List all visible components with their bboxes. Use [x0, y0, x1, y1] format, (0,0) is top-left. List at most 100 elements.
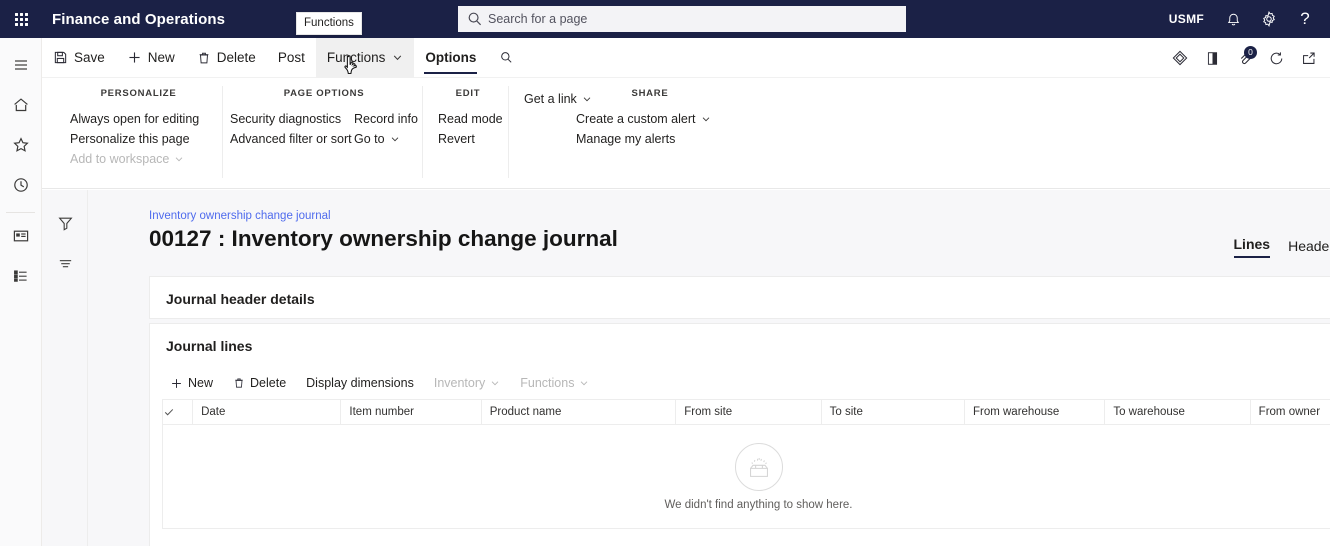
- save-icon: [53, 50, 68, 65]
- fasttab-title: Journal lines: [166, 337, 253, 354]
- column-header-from-owner[interactable]: From owner: [1249, 399, 1330, 425]
- ribbon-item-add-to-workspace: Add to workspace: [68, 149, 201, 169]
- page-body: Inventory ownership change journal 00127…: [42, 190, 1330, 546]
- grid-inventory-menu: Inventory: [424, 369, 510, 397]
- workspace-icon[interactable]: [0, 219, 42, 253]
- journal-lines-grid: Date Item number Product name From site …: [161, 399, 1330, 425]
- ribbon-item-personalize-this-page[interactable]: Personalize this page: [68, 129, 201, 149]
- column-header-product-name[interactable]: Product name: [480, 399, 677, 425]
- functions-menu-button[interactable]: Functions: [315, 37, 415, 78]
- new-button[interactable]: New: [116, 38, 186, 78]
- page-title: 00127 : Inventory ownership change journ…: [149, 226, 618, 251]
- save-button[interactable]: Save: [42, 38, 116, 78]
- personalize-diamond-icon[interactable]: [1164, 42, 1196, 74]
- options-tab[interactable]: Options: [414, 38, 487, 78]
- page-content: Inventory ownership change journal 00127…: [89, 190, 1330, 546]
- plus-icon: [170, 377, 183, 390]
- column-header-item-number[interactable]: Item number: [340, 399, 482, 425]
- fasttab-journal-header-details[interactable]: Journal header details: [149, 276, 1330, 319]
- show-filters-icon[interactable]: [42, 246, 88, 280]
- fasttab-title: Journal header details: [166, 290, 315, 307]
- ribbon-item-always-open-for-editing[interactable]: Always open for editing: [68, 109, 201, 129]
- ribbon-group-personalize: PERSONALIZE Always open for editing Pers…: [56, 79, 221, 179]
- attachment-count-badge: 0: [1244, 46, 1257, 59]
- filter-rail: [42, 190, 88, 546]
- gear-icon[interactable]: [1252, 2, 1286, 36]
- company-selector[interactable]: USMF: [1159, 12, 1214, 26]
- command-bar-right-actions: 0: [1164, 38, 1324, 78]
- ribbon-item-read-mode[interactable]: Read mode: [436, 109, 505, 129]
- ribbon-item-label: Read mode: [438, 112, 503, 126]
- fasttab-header[interactable]: Journal lines: [150, 324, 1330, 367]
- grid-delete-button[interactable]: Delete: [223, 369, 296, 397]
- column-header-from-warehouse[interactable]: From warehouse: [963, 399, 1106, 425]
- plus-icon: [127, 50, 142, 65]
- attachment-icon[interactable]: 0: [1228, 42, 1260, 74]
- hamburger-menu-icon[interactable]: [0, 48, 42, 82]
- column-header-to-warehouse[interactable]: To warehouse: [1104, 399, 1251, 425]
- trash-icon: [233, 377, 245, 389]
- ribbon-item-go-to[interactable]: Go to: [352, 129, 420, 149]
- delete-button[interactable]: Delete: [186, 38, 267, 78]
- tab-header[interactable]: Header: [1288, 238, 1330, 258]
- ribbon-item-label: Create a custom alert: [576, 112, 696, 126]
- grid-delete-label: Delete: [250, 376, 287, 390]
- refresh-icon[interactable]: [1260, 42, 1292, 74]
- help-icon[interactable]: ?: [1288, 2, 1322, 36]
- fasttab-journal-lines: Journal lines New Delete Display dimensi…: [149, 323, 1330, 546]
- ribbon-item-label: Record info: [354, 112, 418, 126]
- clock-recent-icon[interactable]: [0, 168, 42, 202]
- ribbon-group-title: SHARE: [631, 88, 669, 99]
- command-search-button[interactable]: [487, 38, 526, 78]
- home-icon[interactable]: [0, 88, 42, 122]
- action-pane-ribbon: PERSONALIZE Always open for editing Pers…: [42, 79, 1330, 189]
- ribbon-group-title: PAGE OPTIONS: [283, 88, 365, 99]
- app-title: Finance and Operations: [52, 10, 226, 28]
- bell-icon[interactable]: [1216, 2, 1250, 36]
- trash-icon: [197, 51, 211, 65]
- ribbon-separator: [222, 86, 223, 178]
- post-button[interactable]: Post: [267, 38, 316, 78]
- ribbon-group-title: PERSONALIZE: [100, 88, 177, 99]
- page-search-input[interactable]: Search for a page: [458, 6, 906, 32]
- ribbon-item-security-diagnostics[interactable]: Security diagnostics: [228, 109, 352, 129]
- fasttab-header[interactable]: Journal header details: [150, 277, 1330, 320]
- chevron-down-icon: [579, 378, 589, 388]
- grid-inventory-label: Inventory: [433, 376, 486, 390]
- breadcrumb[interactable]: Inventory ownership change journal: [149, 210, 331, 222]
- star-favorites-icon[interactable]: [0, 128, 42, 162]
- column-header-date[interactable]: Date: [192, 399, 342, 425]
- delete-label: Delete: [216, 50, 256, 65]
- view-tabs: Lines Header: [1233, 236, 1330, 258]
- save-label: Save: [74, 50, 105, 65]
- grid-display-dimensions-button[interactable]: Display dimensions: [296, 369, 424, 397]
- grid-header-row: Date Item number Product name From site …: [161, 399, 1330, 425]
- app-launcher-button[interactable]: [0, 0, 42, 38]
- grid-new-label: New: [188, 376, 214, 390]
- open-in-new-window-icon[interactable]: [1292, 42, 1324, 74]
- column-header-from-site[interactable]: From site: [675, 399, 822, 425]
- ribbon-item-record-info[interactable]: Record info: [352, 109, 420, 129]
- search-placeholder: Search for a page: [488, 12, 588, 26]
- ribbon-item-create-a-custom-alert[interactable]: Create a custom alert: [574, 109, 713, 129]
- filter-funnel-icon[interactable]: [42, 206, 88, 240]
- ribbon-item-label: Add to workspace: [70, 152, 170, 166]
- select-all-column-header[interactable]: [161, 399, 194, 425]
- empty-state-message: We didn't find anything to show here.: [664, 498, 853, 511]
- tab-lines[interactable]: Lines: [1233, 236, 1271, 258]
- ribbon-item-advanced-filter-or-sort[interactable]: Advanced filter or sort: [228, 129, 352, 149]
- ribbon-item-manage-my-alerts[interactable]: Manage my alerts: [574, 129, 713, 149]
- grid-functions-menu: Functions: [510, 369, 599, 397]
- grid-new-button[interactable]: New: [160, 369, 223, 397]
- application-window: Finance and Operations Search for a page…: [0, 0, 1330, 546]
- ribbon-item-revert[interactable]: Revert: [436, 129, 505, 149]
- column-header-to-site[interactable]: To site: [820, 399, 965, 425]
- grid-toolbar: New Delete Display dimensions Inventory …: [150, 367, 1330, 399]
- ribbon-item-label: Go to: [354, 132, 385, 146]
- ribbon-separator: [508, 86, 509, 178]
- contrast-panel-icon[interactable]: [1196, 42, 1228, 74]
- ribbon-item-label: Always open for editing: [70, 112, 200, 126]
- command-bar: Save New Delete Post Functions Options 0: [42, 37, 1330, 78]
- rail-divider: [6, 212, 35, 213]
- modules-list-icon[interactable]: [0, 259, 42, 293]
